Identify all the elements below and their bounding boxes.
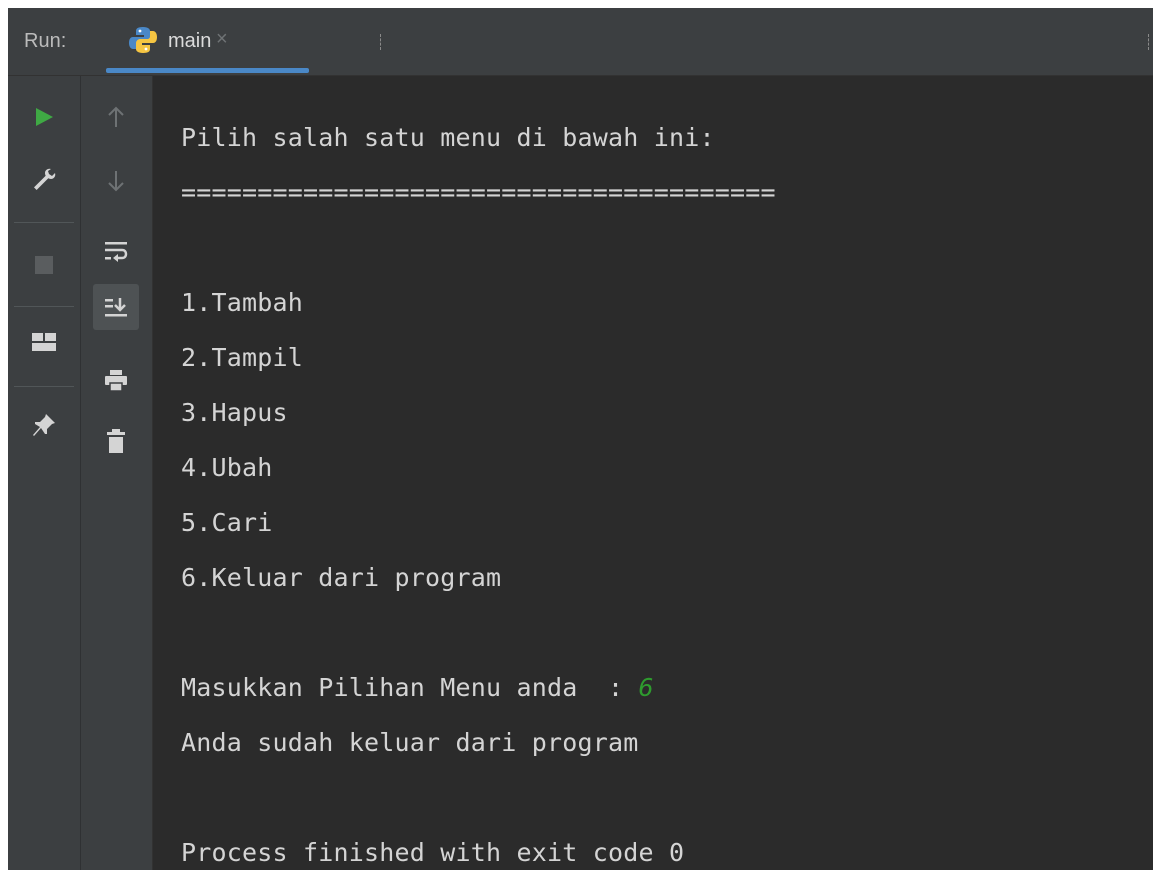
run-toolbar-secondary [81,76,153,870]
run-toolbar-primary [8,76,81,870]
print-icon [105,370,127,392]
console-line: Pilih salah satu menu di bawah ini: [181,123,715,152]
tab-main[interactable]: main × [100,8,310,75]
arrow-down-icon [108,171,124,192]
console-line: Anda sudah keluar dari program [181,728,639,757]
clear-all-button[interactable] [93,418,139,464]
toolbar-separator [14,306,74,307]
soft-wrap-icon [105,242,128,262]
header-divider-right [1148,34,1150,50]
pin-tab-button[interactable] [21,402,67,448]
restore-layout-button[interactable] [21,320,67,366]
console-line: 4.Ubah [181,453,273,482]
tab-main-label: main [168,30,212,52]
console-output[interactable]: Pilih salah satu menu di bawah ini: ====… [153,76,1153,870]
console-line: 3.Hapus [181,398,288,427]
console-prompt: Masukkan Pilihan Menu anda : [181,673,639,702]
console-line: 1.Tambah [181,288,304,317]
console-user-input: 6 [638,673,654,702]
toolbar-separator [14,222,74,223]
stop-button[interactable] [21,242,67,288]
console-line: ======================================= [181,178,776,207]
next-occurrence-button[interactable] [93,158,139,204]
arrow-up-icon [108,106,124,127]
stop-icon [35,256,53,274]
toolbar-separator [14,386,74,387]
settings-button[interactable] [21,156,67,202]
console-line: 5.Cari [181,508,273,537]
console-line: Process finished with exit code 0 [181,838,685,867]
console-line: 2.Tampil [181,343,304,372]
header-divider [380,34,382,50]
rerun-button[interactable] [21,94,67,140]
pin-icon [33,414,55,436]
layout-icon [32,333,56,351]
rerun-icon [36,108,53,126]
previous-occurrence-button[interactable] [93,94,139,140]
print-button[interactable] [93,358,139,404]
run-label: Run: [24,30,67,52]
run-tool-window: Run: main × Pilih salah satu menu di baw… [8,8,1153,870]
wrench-icon [34,168,56,190]
scroll-to-end-icon [105,298,127,317]
console-line: 6.Keluar dari program [181,563,502,592]
trash-icon [107,429,125,453]
run-header: Run: main × [8,8,1153,76]
tab-close-icon[interactable]: × [216,28,228,51]
soft-wrap-button[interactable] [93,228,139,274]
console-prompt-line: Masukkan Pilihan Menu anda : 6 [181,673,654,702]
python-icon [129,27,157,53]
scroll-to-end-button[interactable] [93,284,139,330]
tab-active-indicator [106,68,309,73]
